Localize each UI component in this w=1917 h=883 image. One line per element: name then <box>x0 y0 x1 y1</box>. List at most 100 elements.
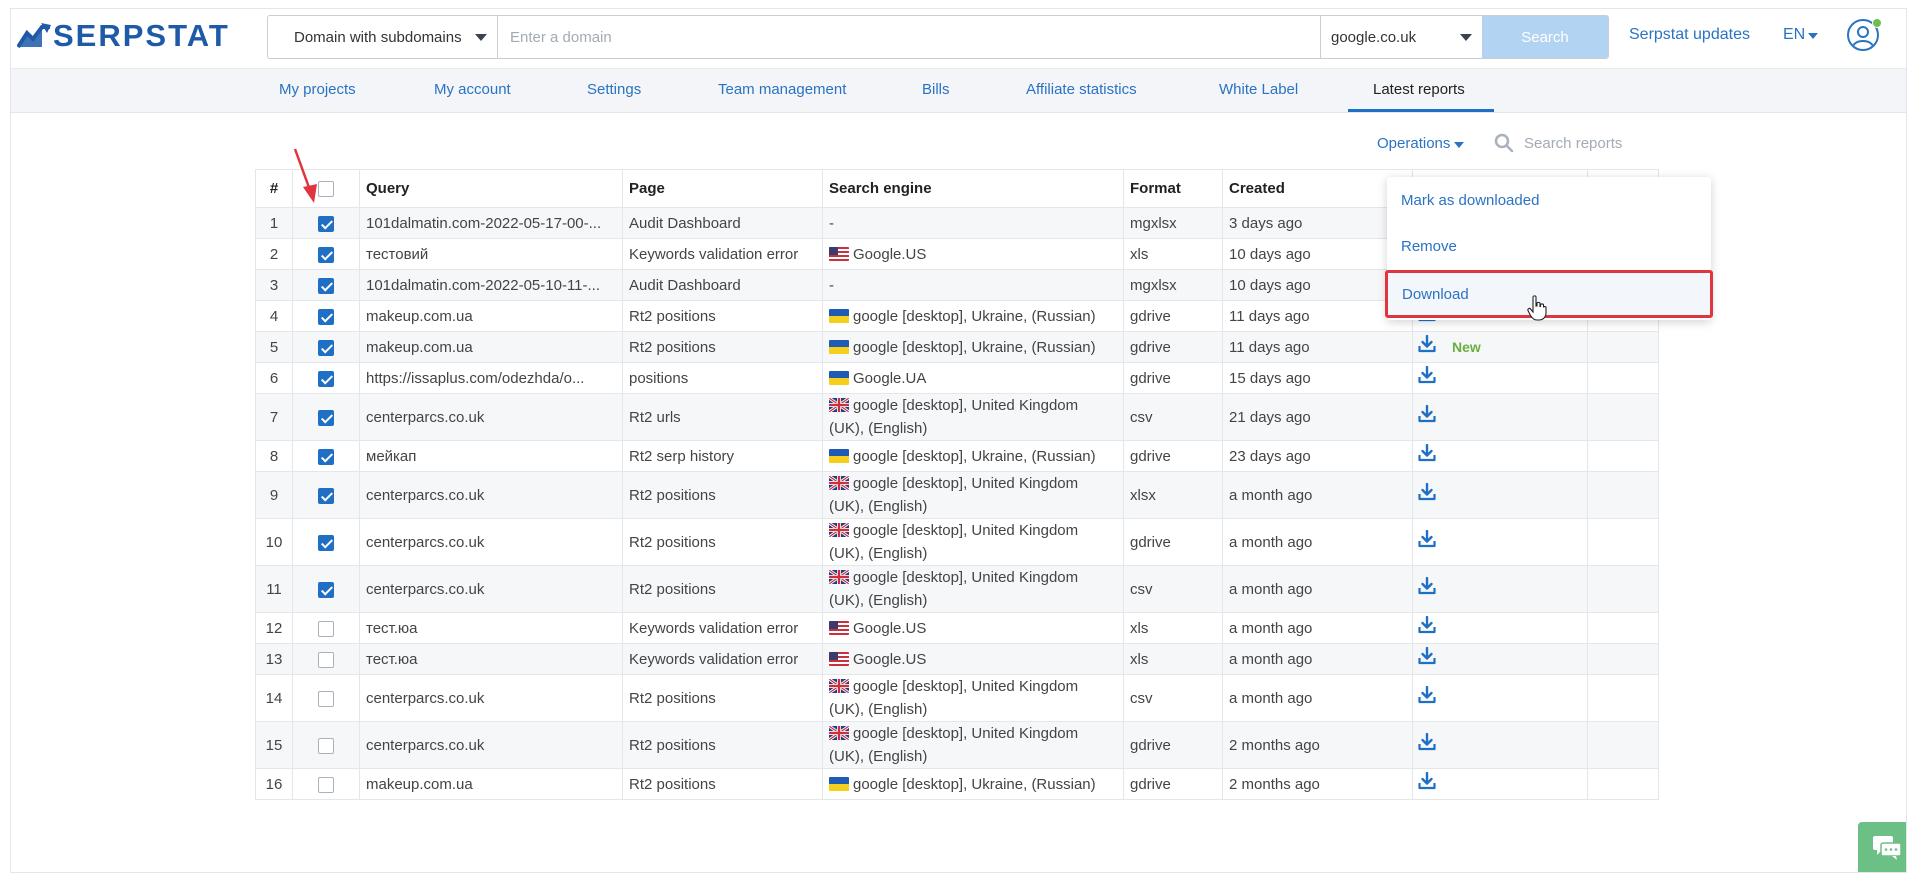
chat-support-button[interactable] <box>1858 822 1906 872</box>
download-icon[interactable] <box>1418 685 1436 711</box>
download-icon[interactable] <box>1418 732 1436 758</box>
table-row[interactable]: 13 тест.юа Keywords validation error Google… <box>255 643 1659 675</box>
search-engine-cell: google [desktop], United Kingdom (UK), (E… <box>822 471 1124 519</box>
flag-ua-icon <box>829 339 849 354</box>
table-row[interactable]: 5 makeup.com.ua Rt2 positions google [deskt… <box>255 331 1659 363</box>
row-checkbox[interactable] <box>318 487 334 504</box>
row-checkbox[interactable] <box>318 246 334 263</box>
row-checkbox[interactable] <box>318 776 334 793</box>
extra-cell <box>1587 440 1659 472</box>
col-header-format[interactable]: Format <box>1123 169 1223 208</box>
download-icon[interactable] <box>1418 482 1436 508</box>
menu-item-download[interactable]: Download <box>1385 270 1713 318</box>
row-checkbox[interactable] <box>318 409 334 426</box>
table-row[interactable]: 12 тест.юа Keywords validation error Google… <box>255 612 1659 644</box>
row-select-cell <box>292 612 360 644</box>
col-header-page[interactable]: Page <box>622 169 823 208</box>
download-cell <box>1412 674 1588 722</box>
row-checkbox[interactable] <box>318 448 334 465</box>
table-row[interactable]: 16 makeup.com.ua Rt2 positions google [desk… <box>255 768 1659 800</box>
tab-my-account[interactable]: My account <box>434 81 511 98</box>
download-icon[interactable] <box>1418 334 1436 360</box>
created-cell: a month ago <box>1222 643 1413 675</box>
tab-latest-reports[interactable]: Latest reports <box>1373 81 1465 98</box>
engine-text: google [desktop], Ukraine, (Russian) <box>853 307 1096 325</box>
row-select-cell <box>292 674 360 722</box>
row-checkbox[interactable] <box>318 737 334 754</box>
extra-cell <box>1587 643 1659 675</box>
query-cell: тест.юа <box>359 643 623 675</box>
page-cell: Rt2 positions <box>622 768 823 800</box>
format-cell: gdrive <box>1123 362 1223 394</box>
row-checkbox[interactable] <box>318 339 334 356</box>
serpstat-logo[interactable]: SERPSTAT <box>17 18 230 53</box>
created-cell: a month ago <box>1222 471 1413 519</box>
tab-bills[interactable]: Bills <box>922 81 950 98</box>
download-cell <box>1412 362 1588 394</box>
search-engine-cell: google [desktop], Ukraine, (Russian) <box>822 331 1124 363</box>
serpstat-updates-link[interactable]: Serpstat updates <box>1629 26 1750 44</box>
format-cell: xlsx <box>1123 471 1223 519</box>
engine-text: google [desktop], United Kingdom <box>853 569 1079 586</box>
tab-settings[interactable]: Settings <box>587 81 641 98</box>
online-status-dot <box>1872 18 1882 28</box>
operations-menu: Mark as downloaded Remove Download <box>1385 177 1713 320</box>
table-row[interactable]: 6 https://issaplus.com/odezhda/o... positi… <box>255 362 1659 394</box>
created-cell: 3 days ago <box>1222 207 1413 239</box>
row-checkbox[interactable] <box>318 690 334 707</box>
col-header-query[interactable]: Query <box>359 169 623 208</box>
table-row[interactable]: 9 centerparcs.co.uk Rt2 positions google [d… <box>255 471 1659 519</box>
language-selector[interactable]: EN <box>1783 26 1819 44</box>
format-cell: mgxlsx <box>1123 269 1223 301</box>
format-cell: gdrive <box>1123 440 1223 472</box>
extra-cell <box>1587 565 1659 613</box>
row-number: 1 <box>255 207 293 239</box>
row-checkbox[interactable] <box>318 370 334 387</box>
menu-item-remove[interactable]: Remove <box>1387 223 1711 269</box>
row-checkbox[interactable] <box>318 215 334 232</box>
download-icon[interactable] <box>1418 771 1436 797</box>
row-checkbox[interactable] <box>318 581 334 598</box>
table-row[interactable]: 11 centerparcs.co.uk Rt2 positions google [… <box>255 565 1659 613</box>
row-checkbox[interactable] <box>318 620 334 637</box>
tab-team-management[interactable]: Team management <box>718 81 846 98</box>
tab-white-label[interactable]: White Label <box>1219 81 1298 98</box>
download-icon[interactable] <box>1418 365 1436 391</box>
extra-cell <box>1587 362 1659 394</box>
scope-select[interactable]: Domain with subdomains <box>268 16 498 58</box>
table-row[interactable]: 7 centerparcs.co.uk Rt2 urls google [deskto… <box>255 393 1659 441</box>
download-cell <box>1412 768 1588 800</box>
download-cell <box>1412 643 1588 675</box>
table-row[interactable]: 10 centerparcs.co.uk Rt2 positions google [… <box>255 518 1659 566</box>
query-cell: тестовий <box>359 238 623 270</box>
search-button[interactable]: Search <box>1482 16 1608 58</box>
row-checkbox[interactable] <box>318 534 334 551</box>
database-select[interactable]: google.co.uk <box>1320 16 1482 58</box>
search-engine-cell: Google.US <box>822 643 1124 675</box>
row-checkbox[interactable] <box>318 308 334 325</box>
row-checkbox[interactable] <box>318 277 334 294</box>
page-cell: Rt2 positions <box>622 565 823 613</box>
download-icon[interactable] <box>1418 646 1436 672</box>
col-header-search-engine[interactable]: Search engine <box>822 169 1124 208</box>
domain-input[interactable] <box>498 16 1320 58</box>
menu-item-mark-downloaded[interactable]: Mark as downloaded <box>1387 177 1711 223</box>
flag-uk-icon <box>829 476 849 490</box>
download-icon[interactable] <box>1418 529 1436 555</box>
tab-my-projects[interactable]: My projects <box>279 81 356 98</box>
tab-affiliate-statistics[interactable]: Affiliate statistics <box>1026 81 1137 98</box>
row-select-cell <box>292 440 360 472</box>
col-header-created[interactable]: Created <box>1222 169 1413 208</box>
row-checkbox[interactable] <box>318 651 334 668</box>
download-icon[interactable] <box>1418 615 1436 641</box>
table-row[interactable]: 15 centerparcs.co.uk Rt2 positions google [… <box>255 721 1659 769</box>
search-reports-input[interactable] <box>1524 134 1664 152</box>
download-icon[interactable] <box>1418 576 1436 602</box>
table-row[interactable]: 14 centerparcs.co.uk Rt2 positions google [… <box>255 674 1659 722</box>
engine-text: Google.UA <box>853 369 927 387</box>
download-icon[interactable] <box>1418 404 1436 430</box>
operations-dropdown-toggle[interactable]: Operations <box>1377 135 1465 152</box>
row-number: 4 <box>255 300 293 332</box>
download-icon[interactable] <box>1418 443 1436 469</box>
table-row[interactable]: 8 мейкап Rt2 serp history google [desktop],… <box>255 440 1659 472</box>
